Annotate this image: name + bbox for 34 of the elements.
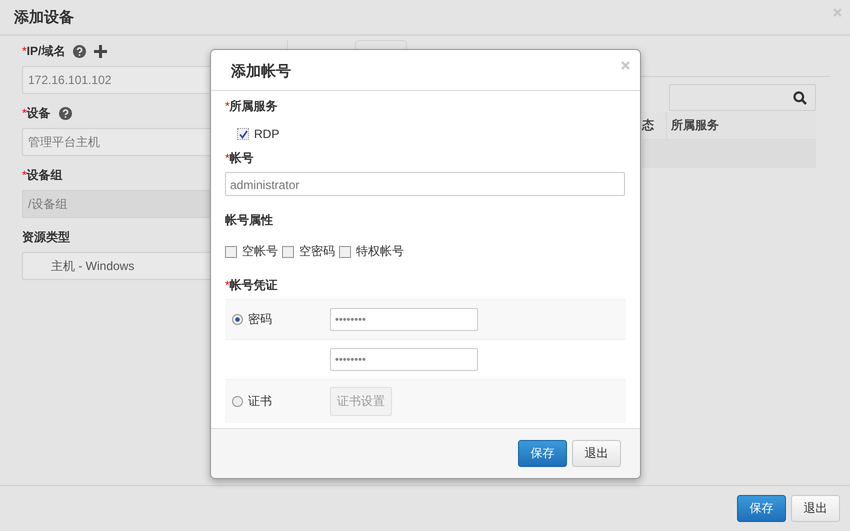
search-icon [793,90,807,104]
column-header[interactable]: 所属服务 [667,112,816,139]
checkbox[interactable] [282,246,294,258]
check-icon [238,130,248,138]
help-icon[interactable] [58,106,72,120]
field-label: *设备 [22,104,51,122]
checkbox[interactable] [237,128,249,140]
help-icon[interactable] [73,44,86,58]
checkbox[interactable] [225,246,237,258]
save-button[interactable]: 保存 [518,440,567,467]
exit-button[interactable]: 退出 [791,495,840,522]
password-field[interactable]: •••••••• [330,348,478,371]
exit-button[interactable]: 退出 [572,440,621,467]
plus-icon[interactable] [94,44,108,58]
radio-label: 密码 [248,311,272,328]
field-label: *所属服务 [225,98,278,115]
password-field[interactable]: •••••••• [330,308,478,331]
close-icon[interactable] [621,60,630,70]
search-field[interactable] [669,84,816,111]
checkbox[interactable] [339,246,351,258]
input-field[interactable]: administrator [225,172,625,196]
column-header[interactable]: 态 [642,112,667,139]
save-button[interactable]: 保存 [737,495,786,522]
field-label: *帐号凭证 [225,277,278,294]
page-title: 添加设备 [14,8,74,26]
radio-label: 证书 [248,393,272,410]
field-label: *设备组 [22,166,63,184]
radio-button[interactable] [232,396,243,407]
checkbox-label: 空密码 [299,243,335,260]
radio-button[interactable] [232,314,243,325]
checkbox-label: RDP [254,127,280,141]
field-label: 资源类型 [22,228,70,246]
field-label: *IP/域名 [22,42,66,60]
checkbox-label: 特权帐号 [356,243,404,260]
